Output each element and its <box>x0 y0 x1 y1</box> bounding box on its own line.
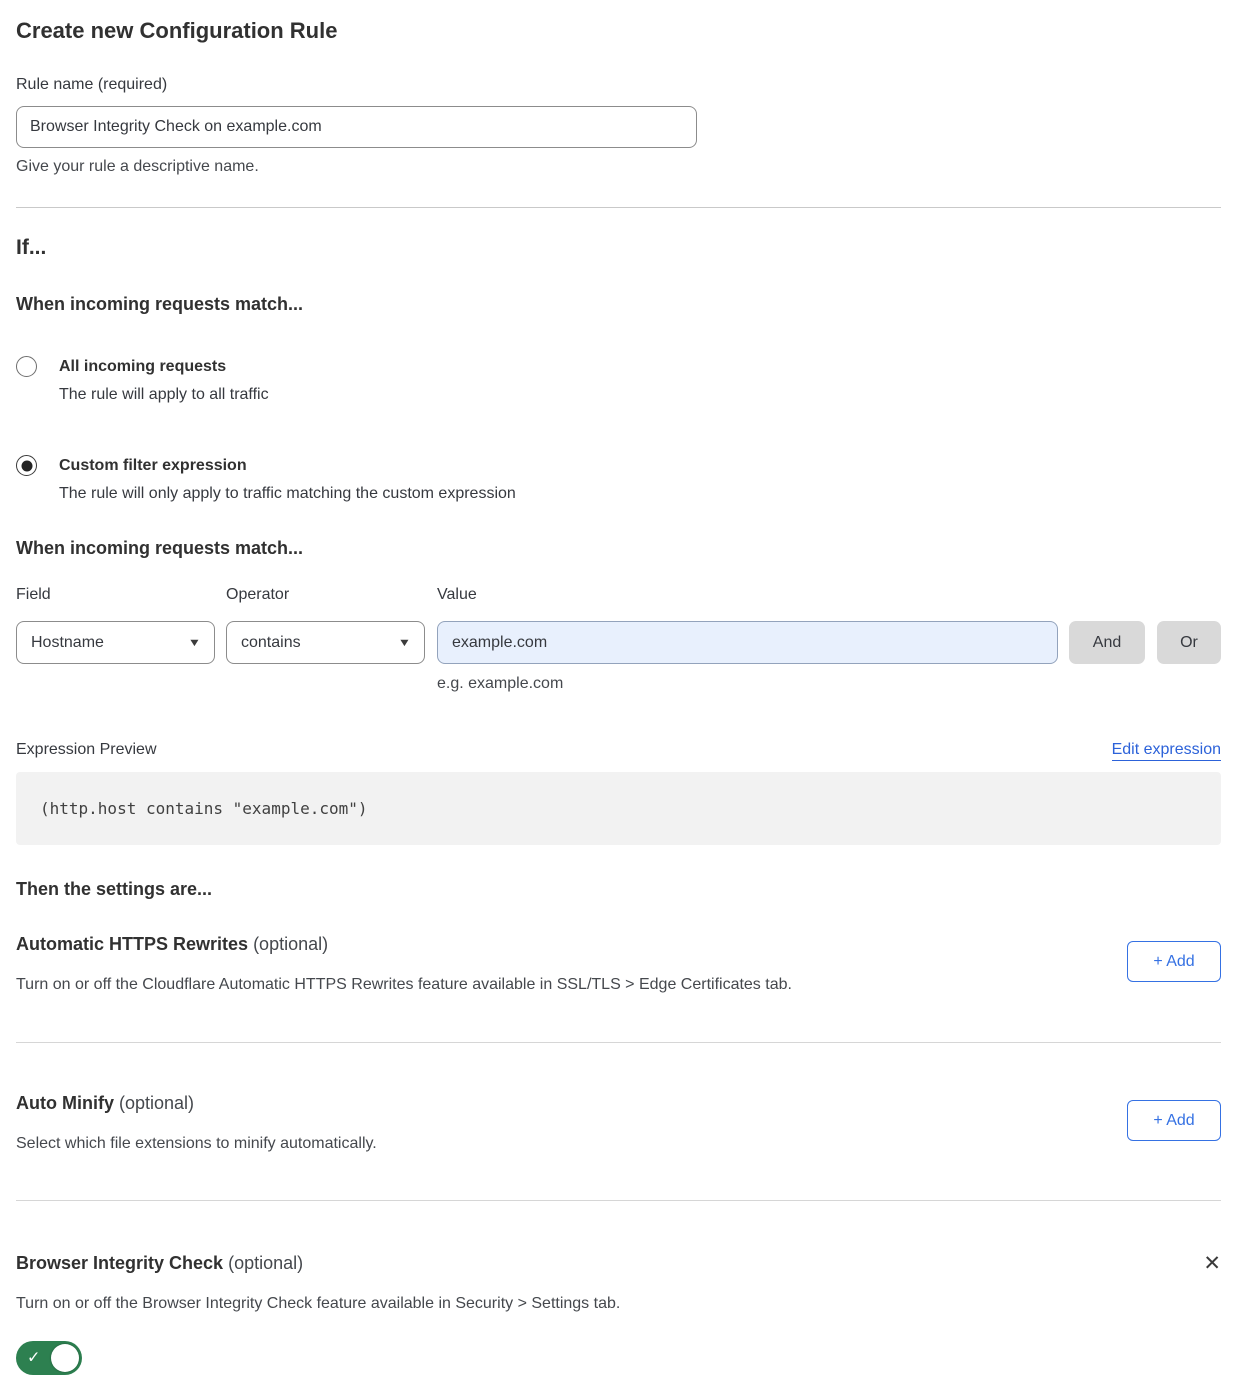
browser-integrity-check-toggle[interactable]: ✓ <box>16 1341 82 1375</box>
operator-column: Operator contains ▼ <box>226 585 425 664</box>
setting-title: Auto Minify (optional) <box>16 1092 377 1114</box>
close-icon[interactable]: ✕ <box>1203 1253 1221 1274</box>
rule-name-label: Rule name (required) <box>16 75 1221 95</box>
setting-optional-tag: (optional) <box>228 1253 303 1273</box>
section-divider <box>16 207 1221 208</box>
page-title: Create new Configuration Rule <box>16 18 1221 44</box>
filter-heading: When incoming requests match... <box>16 537 1221 559</box>
radio-option-all-requests[interactable]: All incoming requests The rule will appl… <box>16 356 1221 405</box>
setting-title-text: Browser Integrity Check <box>16 1253 223 1273</box>
radio-all-requests-description: The rule will apply to all traffic <box>59 384 269 405</box>
expression-preview-header: Expression Preview Edit expression <box>16 741 1221 761</box>
value-label: Value <box>437 585 1058 605</box>
setting-description: Select which file extensions to minify a… <box>16 1133 377 1154</box>
add-auto-minify-button[interactable]: + Add <box>1127 1100 1221 1141</box>
setting-auto-minify: Auto Minify (optional) Select which file… <box>16 1092 1221 1154</box>
chevron-down-icon: ▼ <box>398 637 412 649</box>
field-column: Field Hostname ▼ <box>16 585 215 664</box>
value-column: Value <box>437 585 1058 664</box>
rule-name-input[interactable] <box>16 106 697 148</box>
filter-builder-row: Field Hostname ▼ Operator contains ▼ Val… <box>16 585 1221 664</box>
when-match-heading: When incoming requests match... <box>16 293 1221 315</box>
section-divider <box>16 1042 1221 1043</box>
edit-expression-link[interactable]: Edit expression <box>1112 741 1221 761</box>
value-help-text: e.g. example.com <box>437 674 1221 694</box>
setting-optional-tag: (optional) <box>119 1093 194 1113</box>
setting-texts: Automatic HTTPS Rewrites (optional) Turn… <box>16 933 792 995</box>
radio-all-requests[interactable] <box>16 356 37 377</box>
radio-custom-filter-description: The rule will only apply to traffic matc… <box>59 483 516 504</box>
chevron-down-icon: ▼ <box>188 637 202 649</box>
toggle-knob[interactable] <box>51 1344 79 1372</box>
operator-select-value: contains <box>241 634 301 652</box>
operator-select[interactable]: contains ▼ <box>226 621 425 664</box>
add-automatic-https-rewrites-button[interactable]: + Add <box>1127 941 1221 982</box>
setting-optional-tag: (optional) <box>253 934 328 954</box>
section-divider <box>16 1200 1221 1201</box>
radio-option-texts: Custom filter expression The rule will o… <box>59 455 516 504</box>
and-button[interactable]: And <box>1069 621 1145 664</box>
setting-description: Turn on or off the Browser Integrity Che… <box>16 1293 1016 1314</box>
or-button[interactable]: Or <box>1157 621 1221 664</box>
setting-texts: Browser Integrity Check (optional) ✕ Tur… <box>16 1252 1221 1396</box>
setting-browser-integrity-check: Browser Integrity Check (optional) ✕ Tur… <box>16 1252 1221 1396</box>
radio-option-texts: All incoming requests The rule will appl… <box>59 356 269 405</box>
check-icon: ✓ <box>27 1348 40 1368</box>
setting-texts: Auto Minify (optional) Select which file… <box>16 1092 377 1154</box>
radio-all-requests-label[interactable]: All incoming requests <box>59 356 269 377</box>
radio-custom-filter[interactable] <box>16 455 37 476</box>
field-select-value: Hostname <box>31 634 104 652</box>
field-label: Field <box>16 585 215 605</box>
setting-title: Browser Integrity Check (optional) <box>16 1252 303 1274</box>
rule-name-help: Give your rule a descriptive name. <box>16 157 1221 177</box>
if-heading: If... <box>16 235 1221 260</box>
setting-description: Turn on or off the Cloudflare Automatic … <box>16 974 792 995</box>
create-configuration-rule-form: Create new Configuration Rule Rule name … <box>0 18 1237 1396</box>
setting-automatic-https-rewrites: Automatic HTTPS Rewrites (optional) Turn… <box>16 933 1221 995</box>
value-input[interactable] <box>437 621 1058 664</box>
setting-title-text: Auto Minify <box>16 1093 114 1113</box>
expression-preview-label: Expression Preview <box>16 741 157 759</box>
radio-custom-filter-label[interactable]: Custom filter expression <box>59 455 516 476</box>
expression-code-block: (http.host contains "example.com") <box>16 772 1221 845</box>
operator-label: Operator <box>226 585 425 605</box>
then-settings-heading: Then the settings are... <box>16 878 1221 900</box>
setting-title-row: Browser Integrity Check (optional) ✕ <box>16 1252 1221 1274</box>
radio-option-custom-filter[interactable]: Custom filter expression The rule will o… <box>16 455 1221 504</box>
setting-title-text: Automatic HTTPS Rewrites <box>16 934 248 954</box>
field-select[interactable]: Hostname ▼ <box>16 621 215 664</box>
setting-title: Automatic HTTPS Rewrites (optional) <box>16 933 792 955</box>
